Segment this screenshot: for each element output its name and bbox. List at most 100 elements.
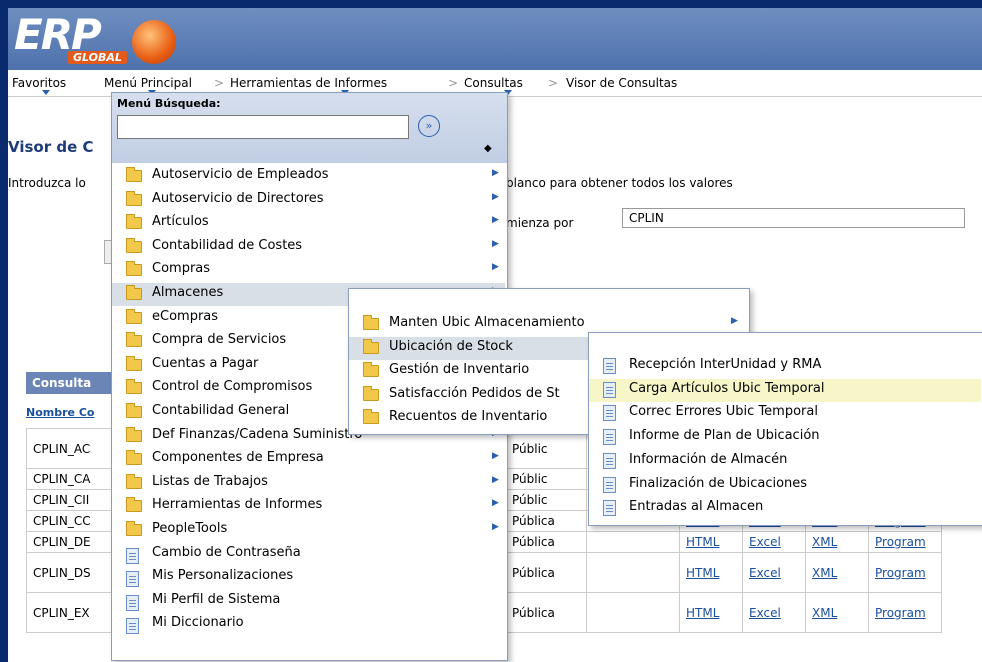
- folder-icon: [126, 261, 142, 280]
- menu-item-mi-perfil-de-sistema[interactable]: Mi Perfil de Sistema: [112, 590, 505, 613]
- submenu-arrow-icon: ▶: [492, 474, 499, 485]
- folder-icon: [126, 214, 142, 230]
- folder-icon: [126, 167, 142, 186]
- folder-icon: [126, 332, 142, 348]
- search-by-input[interactable]: CPLIN: [622, 208, 965, 228]
- folder-icon: [126, 355, 142, 371]
- submenu-item-entradas-al-almacen[interactable]: Entradas al Almacen: [589, 497, 981, 520]
- begins-with-label: mienza por: [506, 216, 574, 230]
- sort-icon[interactable]: ◆: [484, 143, 492, 154]
- xml-link[interactable]: XML: [805, 592, 869, 633]
- submenu-item-label: Recuentos de Inventario: [389, 409, 548, 424]
- menu-item-label: Control de Compromisos: [152, 379, 313, 395]
- document-icon: [603, 358, 616, 374]
- html-link[interactable]: HTML: [679, 552, 743, 593]
- excel-link[interactable]: Excel: [742, 552, 806, 593]
- schedule-link[interactable]: Program: [868, 552, 942, 593]
- document-icon: [126, 618, 139, 635]
- menu-item-listas-de-trabajos[interactable]: Listas de Trabajos ▶: [112, 472, 505, 495]
- menu-item-herramientas-de-informes[interactable]: Herramientas de Informes ▶: [112, 495, 505, 518]
- html-link[interactable]: HTML: [679, 531, 743, 553]
- submenu-item-informacion-de-almacen[interactable]: Información de Almacén: [589, 450, 981, 473]
- folder-icon: [126, 379, 142, 398]
- folder-icon: [126, 308, 142, 324]
- folder-icon: [126, 497, 142, 516]
- document-icon: [603, 381, 616, 402]
- erp-global-logo[interactable]: ERP GLOBAL: [14, 10, 179, 66]
- folder-icon: [126, 308, 142, 328]
- document-icon: [603, 358, 616, 378]
- folder-icon: [126, 285, 142, 304]
- chevron-down-icon[interactable]: [42, 90, 50, 95]
- xml-link[interactable]: XML: [805, 552, 869, 593]
- menu-search-input[interactable]: [117, 115, 409, 139]
- submenu-arrow-icon: ▶: [492, 498, 499, 509]
- folder-icon: [126, 332, 142, 351]
- folder-icon: [126, 237, 142, 253]
- menu-item-label: Contabilidad General: [152, 403, 290, 418]
- owner-cell: Públic: [505, 468, 587, 490]
- menu-item-autoservicio-de-directores[interactable]: Autoservicio de Directores ▶: [112, 189, 505, 212]
- menu-item-label: Compra de Servicios: [152, 332, 287, 348]
- submenu-item-recepcion-interunidad-y-rma[interactable]: Recepción InterUnidad y RMA: [589, 355, 981, 378]
- submenu-item-finalizacion-de-ubicaciones[interactable]: Finalización de Ubicaciones: [589, 474, 981, 497]
- schedule-link[interactable]: Program: [868, 531, 942, 553]
- document-icon: [603, 405, 616, 422]
- submenu-item-label: Informe de Plan de Ubicación: [629, 428, 820, 444]
- submenu-item-label: Recepción InterUnidad y RMA: [629, 357, 822, 372]
- document-icon: [603, 452, 616, 473]
- nav-menu-principal[interactable]: Menú Principal: [104, 76, 192, 90]
- owner-cell: Pública: [505, 592, 587, 633]
- submenu-arrow-icon: ▶: [492, 191, 499, 202]
- submenu-item-informe-de-plan-de-ubicacion[interactable]: Informe de Plan de Ubicación: [589, 426, 981, 449]
- query-name-cell: CPLIN_CC: [26, 510, 118, 532]
- nav-consultas[interactable]: Consultas: [464, 76, 523, 90]
- query-name-cell: CPLIN_CII: [26, 489, 118, 511]
- submenu-item-label: Información de Almacén: [629, 451, 788, 467]
- nav-visor[interactable]: Visor de Consultas: [566, 76, 677, 90]
- submenu-arrow-icon: ▶: [492, 168, 499, 178]
- breadcrumb-separator: >: [548, 76, 559, 90]
- menu-item-label: Mis Personalizaciones: [152, 568, 294, 584]
- folder-icon: [126, 285, 142, 300]
- go-icon[interactable]: »: [418, 115, 440, 137]
- folder-icon: [126, 190, 142, 206]
- excel-link[interactable]: Excel: [742, 531, 806, 553]
- excel-link[interactable]: Excel: [742, 592, 806, 633]
- query-name-cell: CPLIN_AC: [26, 428, 118, 469]
- menu-item-label: Cuentas a Pagar: [152, 355, 259, 371]
- document-icon: [603, 429, 616, 449]
- query-name-cell: CPLIN_EX: [26, 592, 118, 633]
- menu-item-mi-diccionario[interactable]: Mi Diccionario: [112, 613, 505, 636]
- submenu-item-correc-errores-ubic-temporal[interactable]: Correc Errores Ubic Temporal: [589, 402, 981, 425]
- menu-item-mis-personalizaciones[interactable]: Mis Personalizaciones: [112, 566, 505, 589]
- menu-item-peopletools[interactable]: PeopleTools ▶: [112, 519, 505, 542]
- submenu-item-label: Correc Errores Ubic Temporal: [629, 404, 818, 420]
- menu-item-compras[interactable]: Compras ▶: [112, 259, 505, 282]
- html-link[interactable]: HTML: [679, 592, 743, 633]
- menu-item-contabilidad-de-costes[interactable]: Contabilidad de Costes ▶: [112, 236, 505, 259]
- menu-item-autoservicio-de-empleados[interactable]: Autoservicio de Empleados ▶: [112, 165, 505, 188]
- menu-item-label: Autoservicio de Empleados: [152, 167, 329, 182]
- menu-item-componentes-de-empresa[interactable]: Componentes de Empresa ▶: [112, 448, 505, 471]
- folder-icon: [126, 497, 142, 513]
- document-icon: [126, 547, 139, 568]
- owner-cell: Públic: [505, 489, 587, 511]
- folder-icon: [126, 355, 142, 375]
- xml-link[interactable]: XML: [805, 531, 869, 553]
- folder-icon: [363, 315, 379, 330]
- column-header-nombre[interactable]: Nombre Co: [26, 406, 94, 419]
- nav-herramientas[interactable]: Herramientas de Informes: [230, 76, 387, 90]
- submenu-item-label: Satisfacción Pedidos de St: [389, 385, 560, 401]
- nav-favoritos[interactable]: Favoritos: [12, 76, 66, 90]
- submenu-item-carga-articulos-ubic-temporal[interactable]: Carga Artículos Ubic Temporal: [589, 378, 981, 402]
- query-name-cell: CPLIN_DS: [26, 552, 118, 593]
- menu-item-label: Cambio de Contraseña: [152, 544, 301, 560]
- menu-item-cambio-de-contrasena[interactable]: Cambio de Contraseña: [112, 543, 505, 566]
- schedule-link[interactable]: Program: [868, 592, 942, 633]
- menu-item-articulos[interactable]: Artículos ▶: [112, 212, 505, 235]
- document-icon: [603, 429, 616, 446]
- folder-icon: [363, 338, 379, 358]
- menu-item-label: Listas de Trabajos: [152, 473, 268, 489]
- menu-item-label: Mi Perfil de Sistema: [152, 591, 281, 607]
